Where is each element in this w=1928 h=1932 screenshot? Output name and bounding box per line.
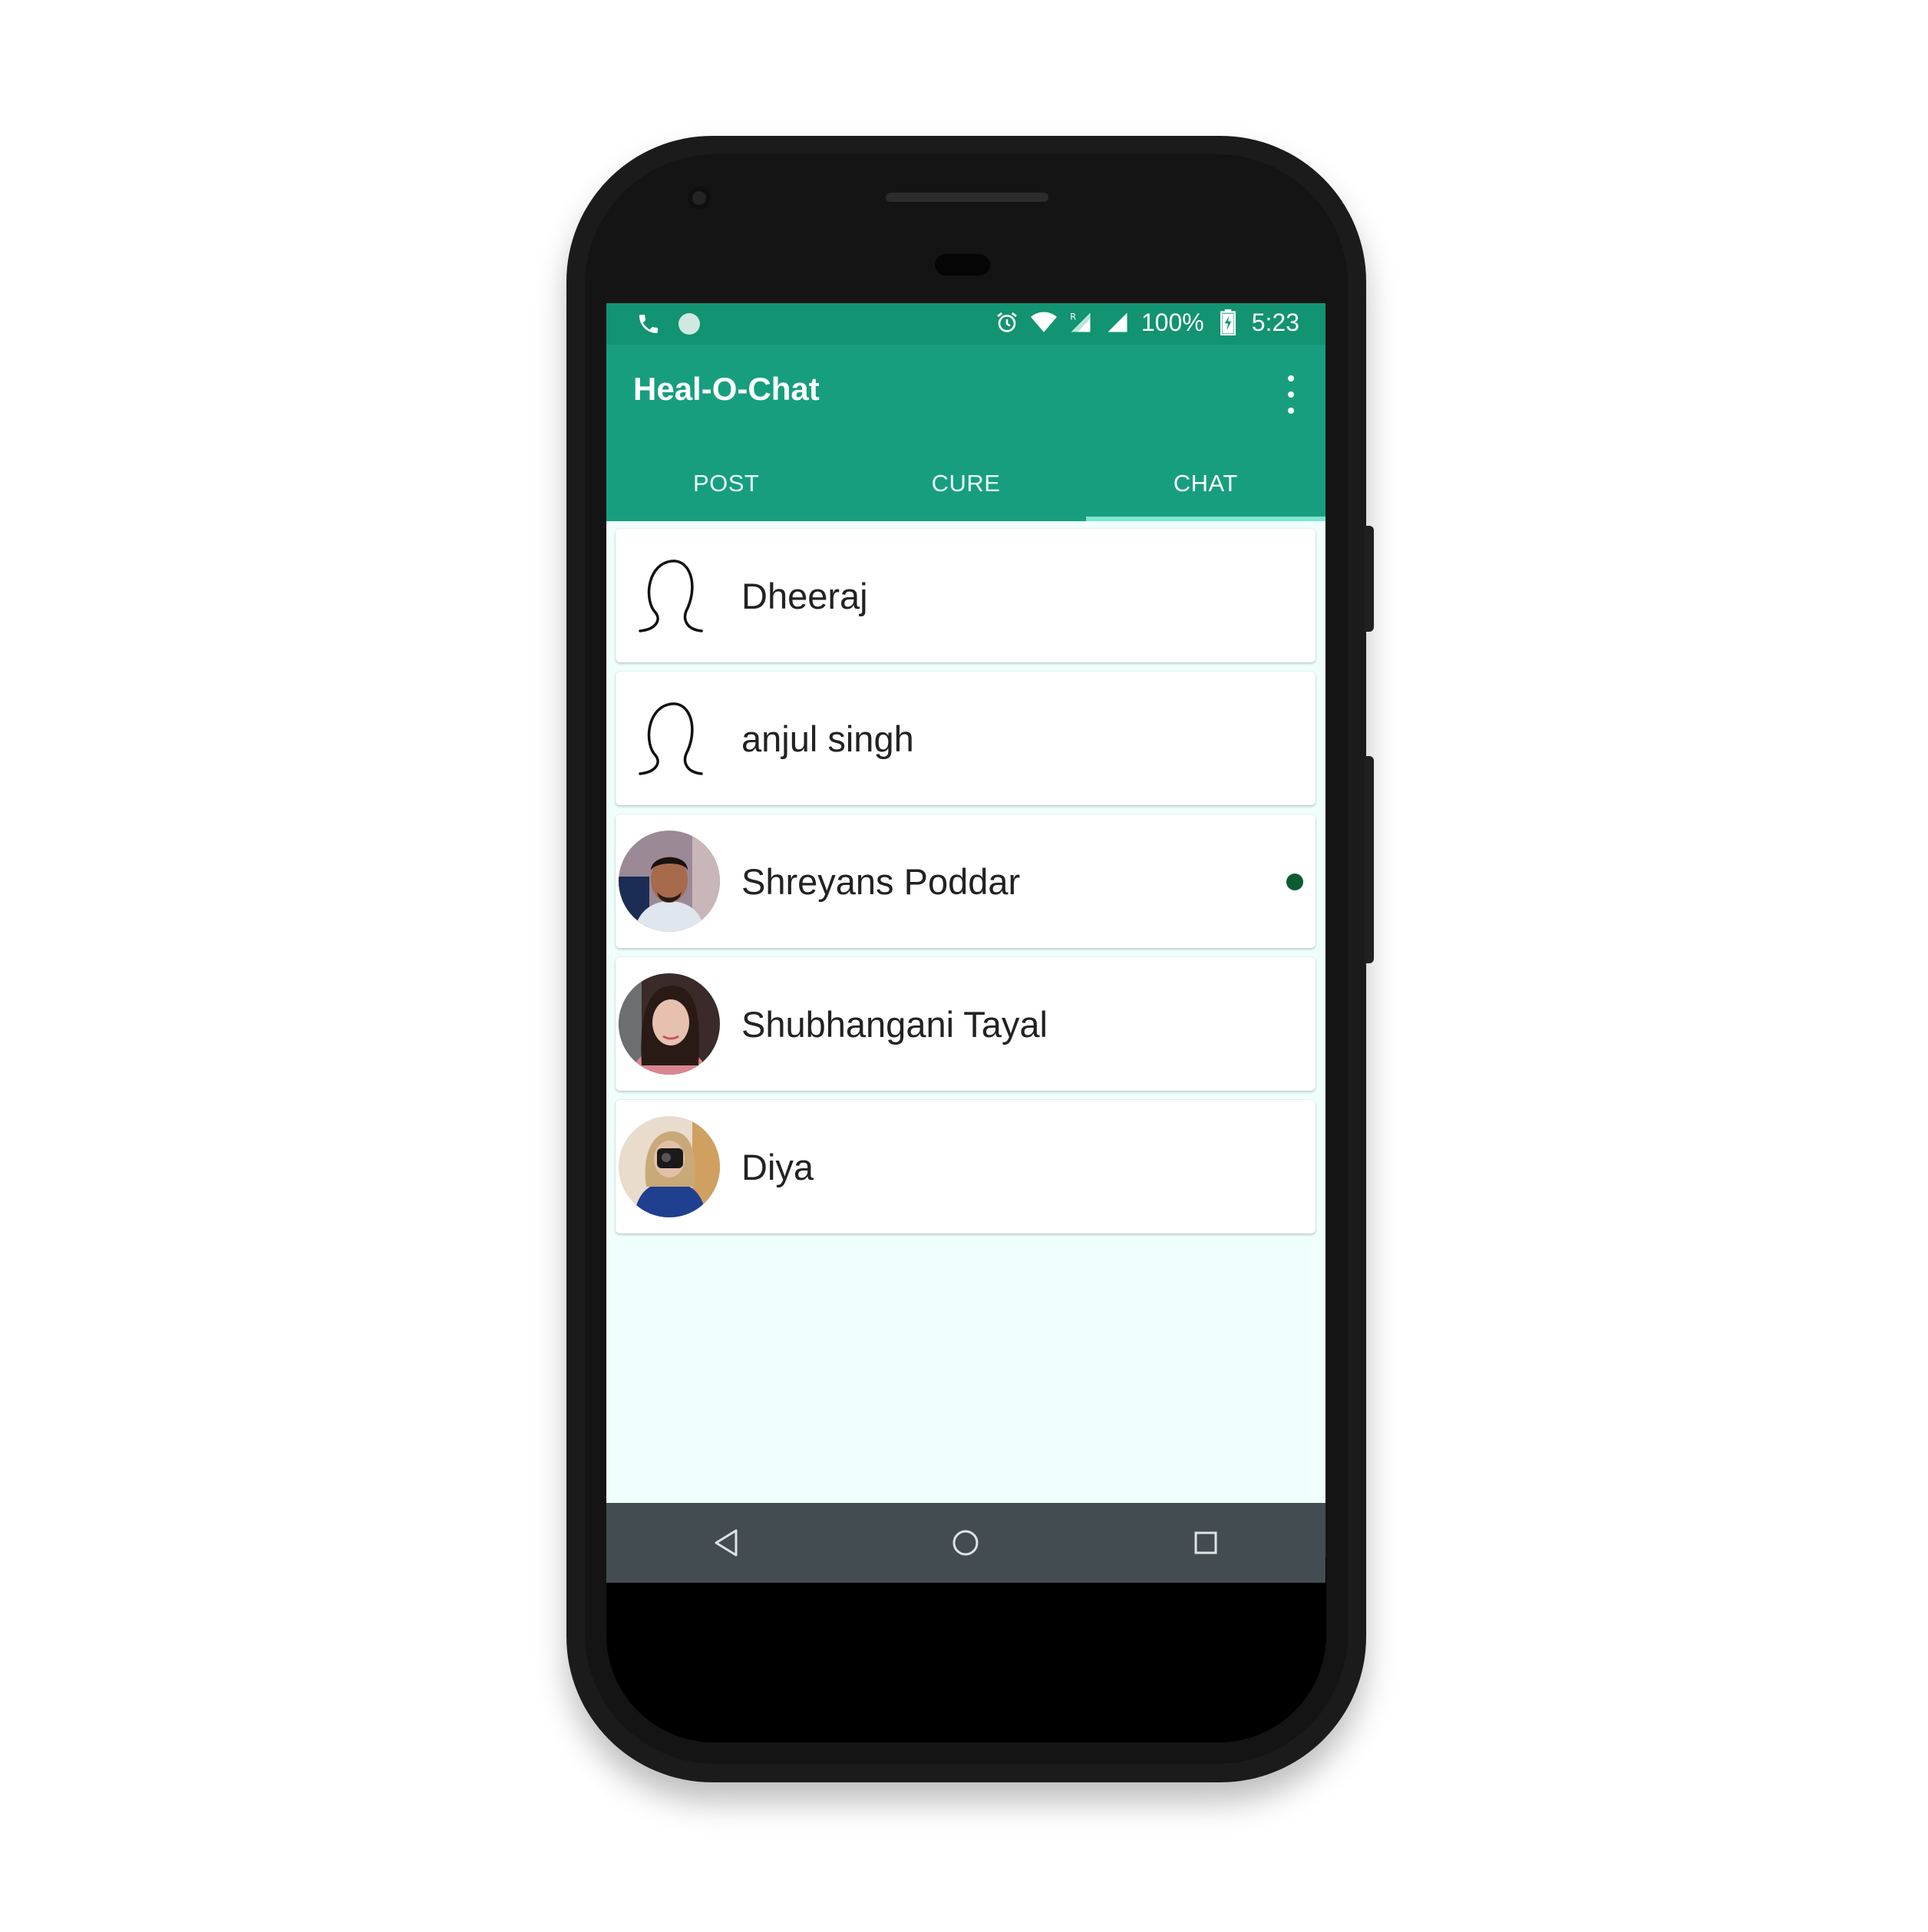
- status-dot-icon: [678, 313, 700, 335]
- chat-list: Dheeraj anjul singh Shreyans Poddar Shub…: [616, 529, 1316, 1243]
- online-status-indicator: [1286, 874, 1303, 890]
- phone-chin: [606, 1558, 1326, 1742]
- contact-name: anjul singh: [741, 718, 914, 759]
- status-bar: R 100% 5:23: [606, 303, 1326, 345]
- chat-list-item[interactable]: Diya: [616, 1100, 1316, 1234]
- roaming-signal-icon: R: [1068, 308, 1094, 337]
- chat-list-item[interactable]: anjul singh: [616, 672, 1316, 805]
- chat-list-item[interactable]: Dheeraj: [616, 529, 1316, 662]
- tab-post[interactable]: POST: [606, 446, 846, 521]
- power-button: [1365, 526, 1374, 632]
- system-nav-bar: [606, 1503, 1326, 1583]
- volume-rocker: [1365, 756, 1374, 963]
- contact-name: Shubhangani Tayal: [741, 1003, 1048, 1045]
- proximity-sensor: [935, 254, 990, 276]
- front-camera-icon: [688, 187, 711, 210]
- phone-screen: R 100% 5:23 Heal-O-Chat POST CURE CHAT D: [606, 303, 1326, 1583]
- alarm-icon: [994, 308, 1020, 337]
- app-title: Heal-O-Chat: [633, 371, 820, 407]
- avatar-photo: [619, 973, 720, 1075]
- home-icon[interactable]: [943, 1520, 989, 1566]
- avatar-photo: [619, 1116, 720, 1217]
- avatar-photo: [619, 831, 720, 932]
- clock: 5:23: [1251, 308, 1299, 336]
- app-bar: Heal-O-Chat POST CURE CHAT: [606, 345, 1326, 521]
- tab-chat[interactable]: CHAT: [1085, 446, 1326, 521]
- tab-bar: POST CURE CHAT: [606, 446, 1326, 521]
- phone-icon: [636, 309, 662, 339]
- contact-name: Diya: [741, 1146, 814, 1187]
- recents-icon[interactable]: [1183, 1520, 1229, 1566]
- battery-percent: 100%: [1141, 308, 1204, 336]
- chat-list-item[interactable]: Shreyans Poddar: [616, 814, 1316, 948]
- wifi-icon: [1030, 308, 1057, 337]
- back-icon[interactable]: [703, 1520, 749, 1566]
- signal-icon: [1104, 308, 1131, 337]
- chat-list-item[interactable]: Shubhangani Tayal: [616, 957, 1316, 1091]
- contact-name: Dheeraj: [741, 575, 868, 616]
- tab-cure[interactable]: CURE: [846, 446, 1085, 521]
- battery-charging-icon: [1215, 308, 1241, 337]
- contact-name: Shreyans Poddar: [741, 860, 1021, 902]
- more-vert-icon[interactable]: [1279, 375, 1302, 414]
- earpiece-speaker: [886, 193, 1048, 202]
- default-avatar-icon: [619, 545, 720, 646]
- default-avatar-icon: [619, 688, 720, 789]
- svg-text:R: R: [1070, 312, 1076, 322]
